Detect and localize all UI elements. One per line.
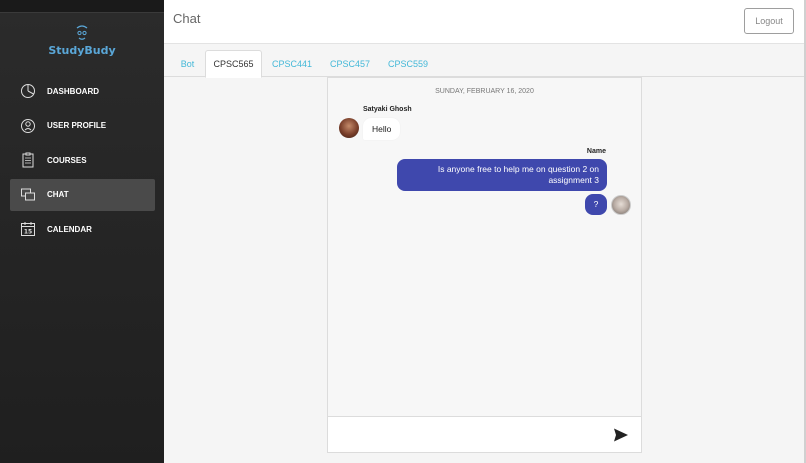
sender-avatar[interactable] (339, 118, 359, 138)
dashboard-icon (19, 82, 37, 100)
page-header: Chat Logout (164, 0, 804, 44)
message-sender-name: Name (586, 148, 606, 155)
chat-panel: SUNDAY, FEBRUARY 16, 2020 Satyaki Ghosh … (327, 77, 642, 453)
sidebar-item-label: CALENDAR (47, 224, 92, 234)
sidebar-item-chat[interactable]: CHAT (10, 178, 155, 211)
date-separator: SUNDAY, FEBRUARY 16, 2020 (435, 88, 534, 95)
app-logo[interactable]: StudyBudy (0, 24, 164, 57)
sidebar-item-label: DASHBOARD (47, 86, 99, 96)
sidebar-nav: DASHBOARD USER PROFILE COURSES CHAT 15 C… (10, 75, 155, 248)
chat-icon (19, 186, 37, 204)
message-composer (328, 416, 641, 452)
calendar-icon: 15 (19, 220, 37, 238)
tab-cpsc441[interactable]: CPSC441 (268, 50, 316, 77)
user-profile-icon (19, 117, 37, 135)
sidebar-item-label: CHAT (47, 190, 69, 200)
logout-button[interactable]: Logout (744, 8, 794, 34)
incoming-message-bubble: Hello (363, 118, 401, 140)
sidebar-item-calendar[interactable]: 15 CALENDAR (10, 213, 155, 245)
courses-icon (19, 151, 37, 169)
outgoing-message-bubble: Is anyone free to help me on question 2 … (397, 159, 607, 191)
sidebar-item-label: USER PROFILE (47, 121, 107, 131)
course-tabs: Bot CPSC565 CPSC441 CPSC457 CPSC559 (164, 44, 804, 78)
send-icon[interactable] (613, 427, 629, 443)
user-avatar[interactable] (611, 195, 631, 215)
tab-cpsc457[interactable]: CPSC457 (326, 50, 374, 77)
page-title: Chat (173, 11, 201, 26)
calendar-icon-day: 15 (24, 229, 32, 236)
sidebar-item-courses[interactable]: COURSES (10, 144, 155, 176)
sidebar-item-label: COURSES (47, 155, 87, 165)
tab-cpsc565[interactable]: CPSC565 (205, 50, 262, 78)
tab-bot[interactable]: Bot (175, 50, 200, 77)
sidebar: StudyBudy DASHBOARD USER PROFILE COURSES… (0, 0, 164, 463)
sidebar-item-user-profile[interactable]: USER PROFILE (10, 110, 155, 142)
sidebar-item-dashboard[interactable]: DASHBOARD (10, 75, 155, 107)
tab-cpsc559[interactable]: CPSC559 (384, 50, 432, 77)
study-budy-logo-icon (76, 25, 88, 40)
app-name: StudyBudy (48, 44, 116, 57)
message-sender-name: Satyaki Ghosh (363, 106, 412, 113)
outgoing-message-bubble: ? (585, 194, 607, 215)
message-input[interactable] (334, 423, 604, 447)
